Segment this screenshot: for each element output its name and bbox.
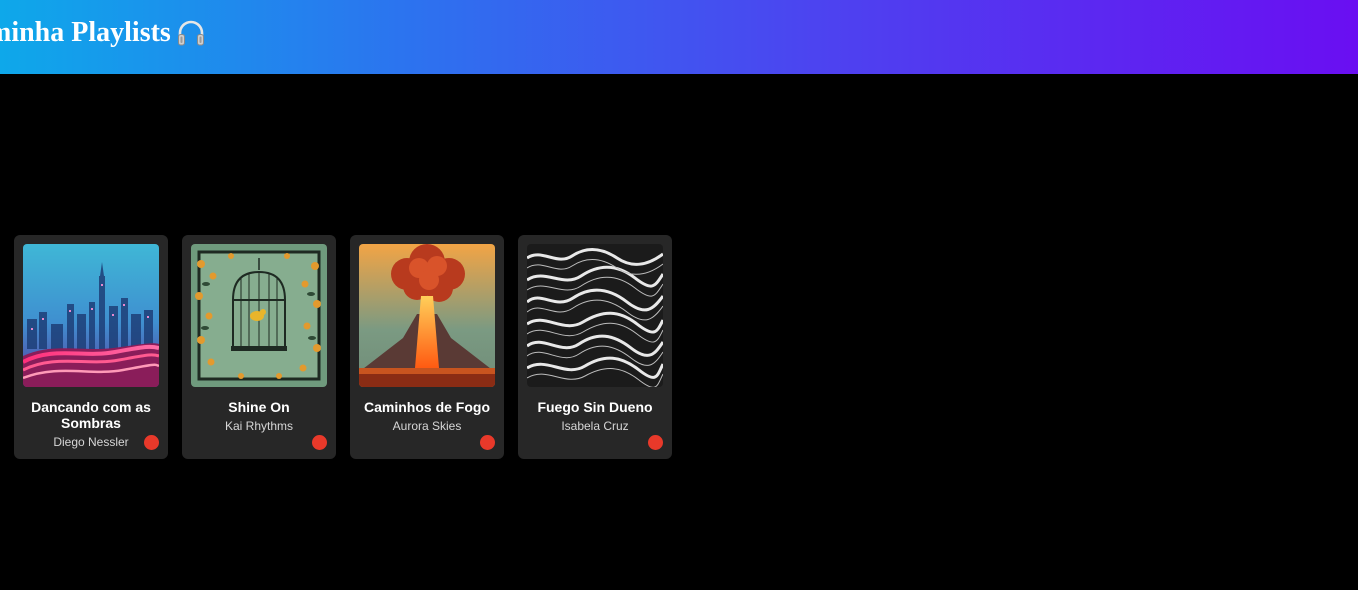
playlist-title: Fuego Sin Dueno: [537, 399, 653, 415]
playlist-card[interactable]: Caminhos de Fogo Aurora Skies: [350, 235, 504, 459]
playlist-title: Caminhos de Fogo: [364, 399, 490, 415]
birdcage-flowers-cover[interactable]: [191, 244, 327, 387]
playlist-card[interactable]: Fuego Sin Dueno Isabela Cruz: [518, 235, 672, 459]
playlist-title: Dancando com as Sombras: [31, 399, 151, 431]
volcano-eruption-cover[interactable]: [359, 244, 495, 387]
play-button[interactable]: [312, 435, 327, 450]
play-button[interactable]: [480, 435, 495, 450]
playlist-artist: Kai Rhythms: [224, 419, 294, 433]
playlist-card[interactable]: Shine On Kai Rhythms: [182, 235, 336, 459]
headphones-icon: [175, 17, 207, 49]
wave-lines-cover[interactable]: [527, 244, 663, 387]
neon-city-cover[interactable]: [23, 244, 159, 387]
page-title-text: minha Playlists: [0, 17, 171, 48]
playlist-artist: Aurora Skies: [392, 419, 462, 433]
page-title: minha Playlists: [0, 17, 207, 49]
play-button[interactable]: [144, 435, 159, 450]
playlist-title: Shine On: [228, 399, 290, 415]
playlist-card[interactable]: Dancando com as Sombras Diego Nessler: [14, 235, 168, 459]
playlist-grid: Dancando com as Sombras Diego Nessler Sh…: [14, 235, 672, 459]
playlist-artist: Isabela Cruz: [561, 419, 629, 433]
app-header: minha Playlists: [0, 0, 1358, 74]
playlist-artist: Diego Nessler: [53, 435, 129, 449]
play-button[interactable]: [648, 435, 663, 450]
